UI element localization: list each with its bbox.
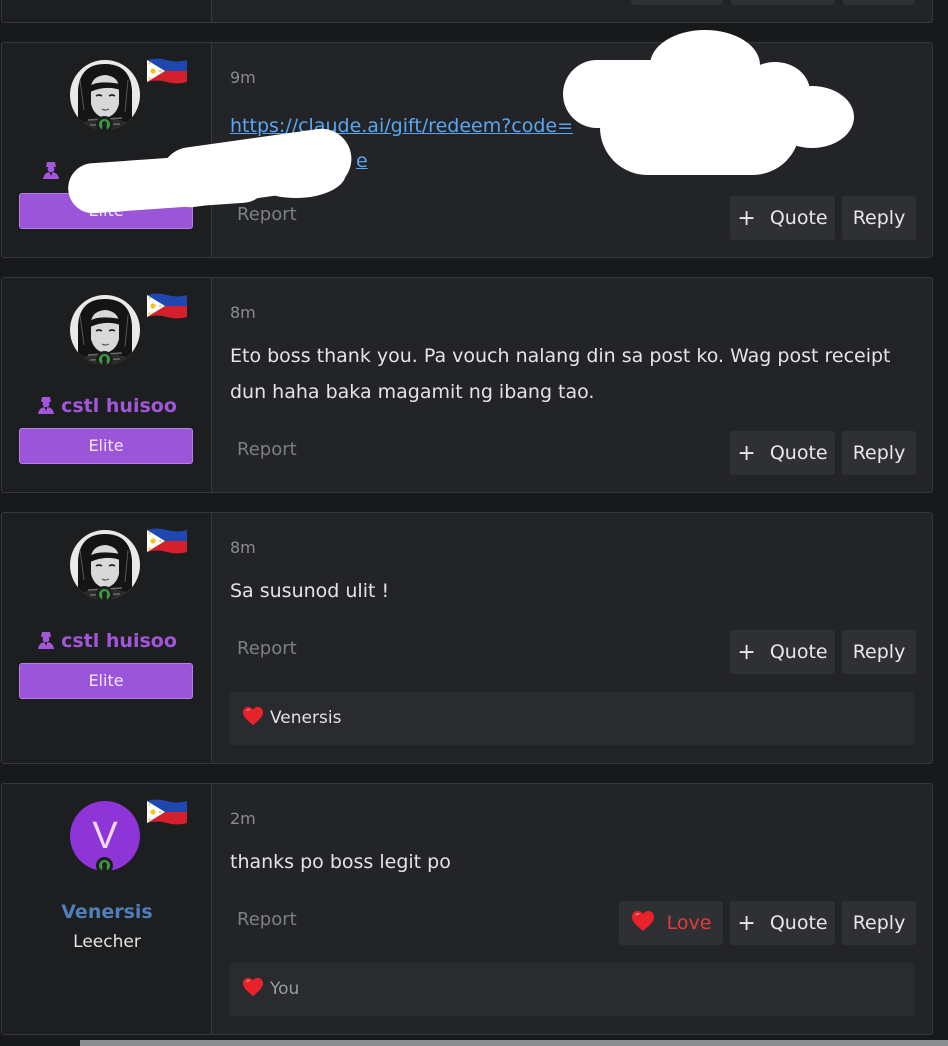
online-status-icon — [96, 857, 113, 874]
reaction-bar[interactable]: Venersis — [230, 692, 914, 745]
post-partial — [1, 0, 933, 23]
gift-link-continued[interactable]: e — [356, 150, 368, 172]
user-group-icon — [42, 161, 60, 179]
username[interactable]: cstl huisoo — [2, 630, 212, 652]
plus-icon: + — [737, 640, 756, 665]
post-content: 8m Eto boss thank you. Pa vouch nalang d… — [230, 278, 916, 492]
heart-icon — [242, 977, 264, 997]
user-group-icon — [37, 631, 55, 649]
thread: Elite 9m https://claude.ai/gift/redeem?c… — [0, 0, 948, 1046]
post-message: Sa susunod ulit ! — [230, 580, 390, 602]
quote-button[interactable]: + Quote — [730, 630, 835, 674]
post-time[interactable]: 8m — [230, 303, 256, 322]
quote-button[interactable]: + Quote — [730, 196, 835, 240]
report-link[interactable]: Report — [237, 204, 297, 225]
online-status-icon — [96, 116, 113, 133]
reaction-users[interactable]: You — [270, 979, 299, 999]
reply-button[interactable]: Reply — [842, 901, 916, 945]
partial-button-3[interactable] — [843, 0, 915, 5]
horizontal-scrollbar[interactable] — [80, 1040, 948, 1046]
reaction-bar[interactable]: You — [230, 963, 914, 1016]
philippines-flag-icon — [146, 57, 188, 85]
partial-button-2[interactable] — [731, 0, 835, 5]
post-time[interactable]: 8m — [230, 538, 256, 557]
quote-button[interactable]: + Quote — [730, 431, 835, 475]
reply-button[interactable]: Reply — [842, 630, 916, 674]
post-content: 2m thanks po boss legit po Report Love +… — [230, 784, 916, 1034]
reply-button[interactable]: Reply — [842, 196, 916, 240]
post-message: Eto boss thank you. Pa vouch nalang din … — [230, 345, 891, 403]
post-message: thanks po boss legit po — [230, 851, 451, 873]
reply-button[interactable]: Reply — [842, 431, 916, 475]
report-link[interactable]: Report — [237, 439, 297, 460]
online-status-icon — [96, 351, 113, 368]
philippines-flag-icon — [146, 798, 188, 826]
report-link[interactable]: Report — [237, 909, 297, 930]
rank-badge: Elite — [19, 663, 193, 699]
plus-icon: + — [737, 441, 756, 466]
post-sidebar — [2, 0, 212, 22]
philippines-flag-icon — [146, 292, 188, 320]
post-8m-b: cstl huisoo Elite 8m Sa susunod ulit ! R… — [1, 512, 933, 764]
heart-icon — [242, 706, 264, 726]
rank-title: Leecher — [73, 932, 141, 952]
philippines-flag-icon — [146, 527, 188, 555]
rank-badge: Elite — [19, 428, 193, 464]
love-button[interactable]: Love — [619, 901, 723, 945]
post-sidebar: cstl huisoo Elite — [2, 278, 212, 492]
report-link[interactable]: Report — [237, 638, 297, 659]
partial-button-1[interactable] — [631, 0, 723, 5]
post-sidebar: V Venersis Leecher — [2, 784, 212, 1034]
reaction-users[interactable]: Venersis — [270, 708, 341, 728]
post-time[interactable]: 9m — [230, 68, 256, 87]
plus-icon: + — [737, 206, 756, 231]
username[interactable]: cstl huisoo — [2, 395, 212, 417]
online-status-icon — [96, 586, 113, 603]
heart-icon — [631, 910, 655, 932]
user-group-icon — [37, 396, 55, 414]
post-2m: V Venersis Leecher 2m thanks po boss leg… — [1, 783, 933, 1035]
quote-button[interactable]: + Quote — [730, 901, 835, 945]
post-sidebar: cstl huisoo Elite — [2, 513, 212, 763]
post-content: 8m Sa susunod ulit ! Report + Quote Reply… — [230, 513, 916, 763]
post-time[interactable]: 2m — [230, 809, 256, 828]
plus-icon: + — [737, 911, 756, 936]
username[interactable]: Venersis — [2, 901, 212, 923]
post-8m-a: cstl huisoo Elite 8m Eto boss thank you.… — [1, 277, 933, 493]
